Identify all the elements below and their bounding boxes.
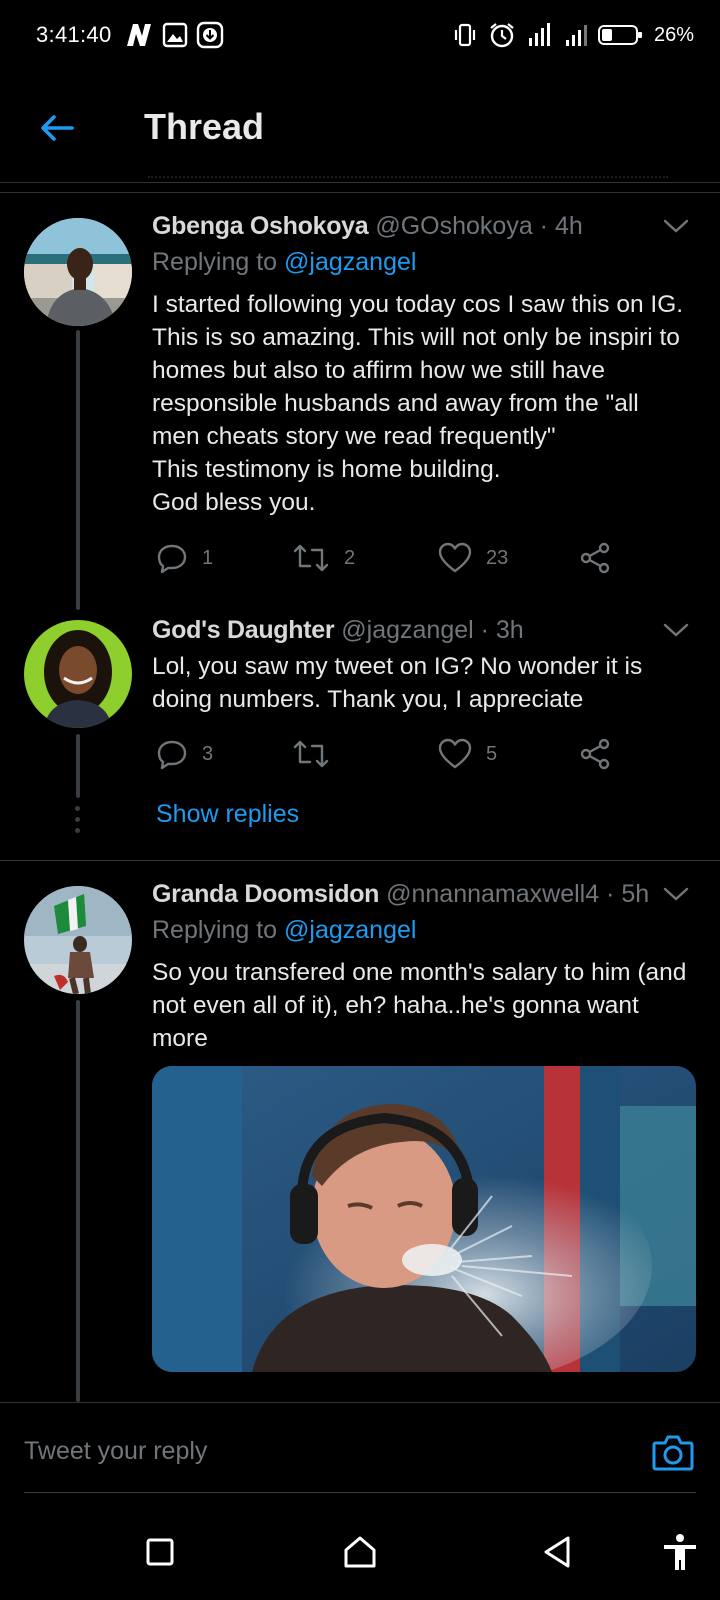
reply-icon: [157, 740, 187, 770]
retweet-button[interactable]: 2: [292, 538, 355, 578]
page-title: Thread: [144, 106, 265, 147]
tweet-header: God's Daughter @jagzangel · 3h: [152, 616, 524, 645]
mention-link[interactable]: @jagzangel: [284, 248, 416, 276]
share-button[interactable]: [578, 734, 612, 774]
share-icon: [580, 542, 610, 574]
like-count: 23: [486, 546, 509, 569]
like-count: 5: [486, 742, 498, 765]
thread-line: [76, 1000, 80, 1402]
avatar[interactable]: [24, 218, 132, 326]
retweet-count: 2: [344, 546, 356, 569]
android-nav-bar: [0, 1500, 720, 1600]
download-icon: [196, 21, 224, 49]
composer-underline: [24, 1492, 696, 1493]
n-app-icon: [127, 24, 151, 46]
reply-button[interactable]: 3: [156, 734, 213, 774]
more-replies-dots: [74, 806, 82, 839]
avatar[interactable]: [24, 886, 132, 994]
reply-icon: [157, 544, 187, 574]
retweet-icon: [293, 544, 329, 572]
tweet-header: Gbenga Oshokoya @GOshokoya · 4h: [152, 212, 583, 241]
battery-percent: 26%: [653, 23, 694, 46]
chevron-down-icon[interactable]: [662, 620, 690, 640]
battery-icon: [597, 25, 642, 45]
accessibility-button[interactable]: [660, 1532, 700, 1572]
retweet-icon: [293, 740, 329, 768]
show-replies-link[interactable]: Show replies: [156, 800, 299, 829]
tweet-header: Granda Doomsidon @nnannamaxwell4 · 5h: [152, 880, 649, 909]
heart-icon: [438, 542, 472, 573]
chevron-down-icon[interactable]: [662, 216, 690, 236]
retweet-button[interactable]: [292, 734, 330, 774]
thread-header: Thread: [0, 86, 720, 182]
reply-count: 3: [202, 742, 214, 765]
tweet-actions: 3 5: [152, 734, 652, 774]
like-button[interactable]: 5: [438, 734, 497, 774]
reply-button[interactable]: 1: [156, 538, 213, 578]
reply-input[interactable]: [24, 1427, 604, 1475]
thread-line: [76, 734, 80, 798]
header-divider: [0, 182, 720, 183]
author-name[interactable]: Gbenga Oshokoya: [152, 212, 369, 240]
reply-composer: [0, 1402, 720, 1498]
share-icon: [580, 738, 610, 770]
vibrate-icon: [454, 23, 476, 47]
replying-to: Replying to @jagzangel: [152, 248, 417, 276]
recents-button[interactable]: [140, 1532, 180, 1572]
header-divider: [0, 192, 720, 193]
alarm-icon: [490, 23, 514, 48]
status-time: 3:41:40: [36, 22, 112, 47]
thread-separator: [0, 860, 720, 861]
home-button[interactable]: [340, 1532, 380, 1572]
mention-link[interactable]: @jagzangel: [284, 916, 416, 944]
tweet-text: I started following you today cos I saw …: [152, 291, 684, 516]
share-button[interactable]: [578, 538, 612, 578]
gallery-icon: [162, 22, 188, 48]
author-handle-time: @jagzangel · 3h: [341, 616, 524, 644]
back-button[interactable]: [538, 1532, 578, 1572]
author-name[interactable]: Granda Doomsidon: [152, 880, 379, 908]
like-button[interactable]: 23: [438, 538, 508, 578]
thread-line: [76, 330, 80, 610]
tweet-text: Lol, you saw my tweet on IG? No wonder i…: [152, 653, 643, 713]
camera-icon[interactable]: [652, 1433, 694, 1471]
tweet-image[interactable]: [152, 1066, 696, 1372]
tweet-actions: 1 2 23: [152, 538, 652, 578]
heart-icon: [438, 738, 472, 769]
status-bar: 3:41:40 26%: [0, 0, 720, 72]
chevron-down-icon[interactable]: [662, 884, 690, 904]
back-arrow-icon[interactable]: [36, 108, 76, 148]
tweet-text: So you transfered one month's salary to …: [152, 959, 687, 1052]
signal-icon: [565, 25, 587, 46]
reply-count: 1: [202, 546, 214, 569]
author-handle-time: @GOshokoya · 4h: [375, 212, 583, 240]
author-name[interactable]: God's Daughter: [152, 616, 335, 644]
author-handle-time: @nnannamaxwell4 · 5h: [386, 880, 650, 908]
signal-icon: [528, 23, 550, 46]
avatar[interactable]: [24, 620, 132, 728]
replying-to: Replying to @jagzangel: [152, 916, 417, 944]
